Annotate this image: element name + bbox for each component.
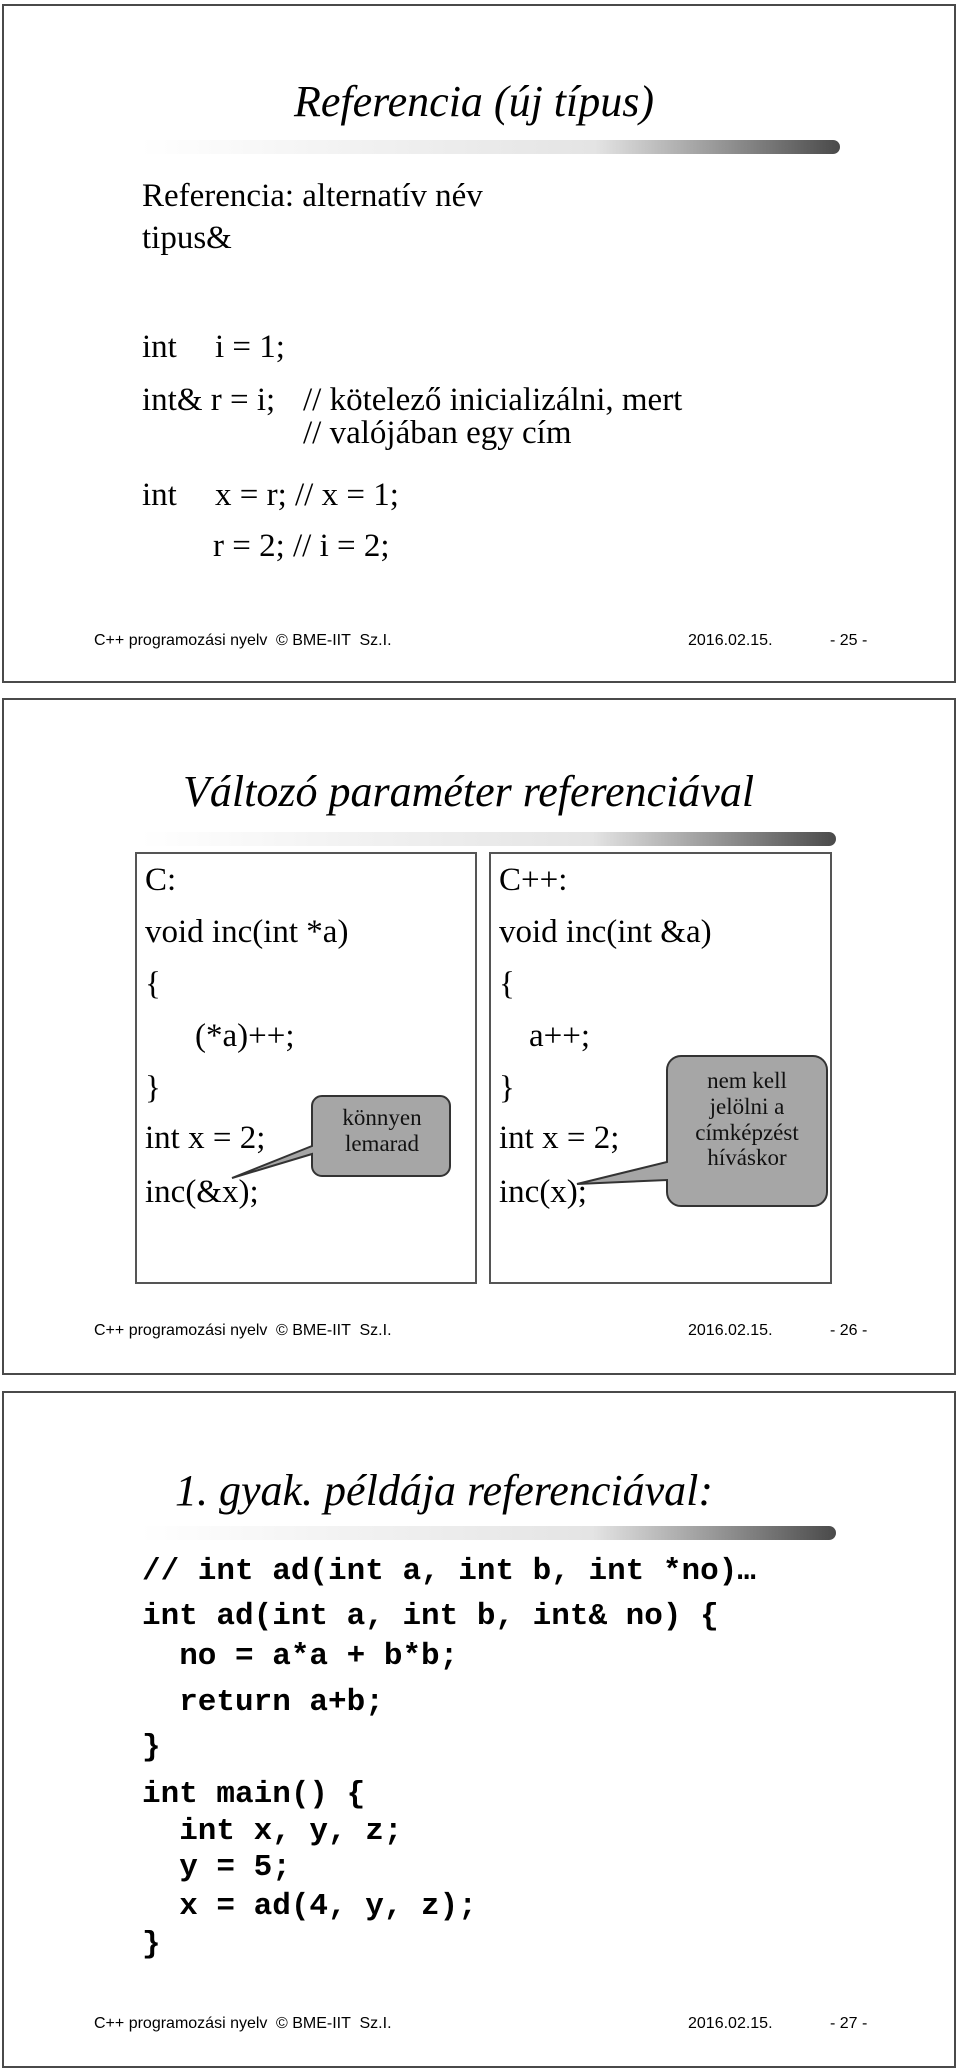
footer-date: 2016.02.15.	[688, 632, 773, 649]
callout-right-line-2: jelölni a	[709, 1093, 785, 1119]
code-line-2-comment: // kötelező inicializálni, mert	[303, 382, 683, 418]
callout-left-line-1: könnyen	[342, 1105, 422, 1130]
code-line: int ad(int a, int b, int& no) {	[142, 1599, 719, 1634]
title-underline-bar	[140, 140, 840, 154]
code-line-5-statement: r = 2; // i = 2;	[213, 528, 390, 564]
footer-date: 2016.02.15.	[688, 1322, 773, 1339]
code-line-3-comment: // valójában egy cím	[303, 415, 572, 451]
footer-date: 2016.02.15.	[688, 2015, 773, 2032]
code-line-1-statement: i = 1;	[215, 329, 285, 365]
code-line: return a+b;	[142, 1685, 384, 1720]
callout-right-line-4: híváskor	[707, 1145, 787, 1171]
footer-page-number: - 27 -	[830, 2015, 868, 2032]
code-line: }	[142, 1927, 161, 1962]
callout-left-text: könnyen lemarad	[314, 1105, 450, 1157]
type-syntax-text: tipus&	[142, 220, 232, 256]
callout-right-text: nem kell jelölni a címképzést híváskor	[667, 1068, 827, 1171]
code-line: int x, y, z;	[142, 1814, 403, 1849]
callout-shapes	[231, 1055, 828, 1207]
footer-copyright: © BME-IIT Sz.I.	[276, 2015, 392, 2032]
footer-copyright: © BME-IIT Sz.I.	[276, 1322, 392, 1339]
title-underline-bar	[140, 1526, 836, 1540]
code-line-2-statement: int& r = i;	[142, 382, 276, 418]
slide-title: Referencia (új típus)	[294, 77, 655, 126]
code-line: // int ad(int a, int b, int *no)…	[142, 1554, 756, 1589]
footer-page-number: - 26 -	[830, 1322, 868, 1339]
slide-26: Változó paraméter referenciával C: void …	[2, 698, 956, 1375]
footer-course: C++ programozási nyelv	[94, 632, 268, 649]
code-line: no = a*a + b*b;	[142, 1639, 459, 1674]
slide-27: 1. gyak. példája referenciával: // int a…	[2, 1391, 956, 2068]
code-line: y = 5;	[142, 1850, 291, 1885]
callout-right-line-1: nem kell	[707, 1068, 787, 1093]
footer-course: C++ programozási nyelv	[94, 2015, 268, 2032]
code-line-4-keyword: int	[142, 477, 177, 513]
code-line-4-statement: x = r; // x = 1;	[215, 477, 399, 513]
code-line: }	[142, 1730, 161, 1765]
slide-title: 1. gyak. példája referenciával:	[175, 1466, 713, 1515]
footer-copyright: © BME-IIT Sz.I.	[276, 632, 392, 649]
definition-text: Referencia: alternatív név	[142, 178, 483, 214]
code-line: x = ad(4, y, z);	[142, 1889, 477, 1924]
footer-page-number: - 25 -	[830, 632, 868, 649]
code-line-1-keyword: int	[142, 329, 177, 365]
callout-left-line-2: lemarad	[344, 1130, 420, 1156]
slide-25: Referencia (új típus) Referencia: altern…	[2, 4, 956, 683]
footer-course: C++ programozási nyelv	[94, 1322, 268, 1339]
callout-right-line-3: címképzést	[695, 1119, 799, 1145]
code-line: int main() {	[142, 1777, 366, 1812]
